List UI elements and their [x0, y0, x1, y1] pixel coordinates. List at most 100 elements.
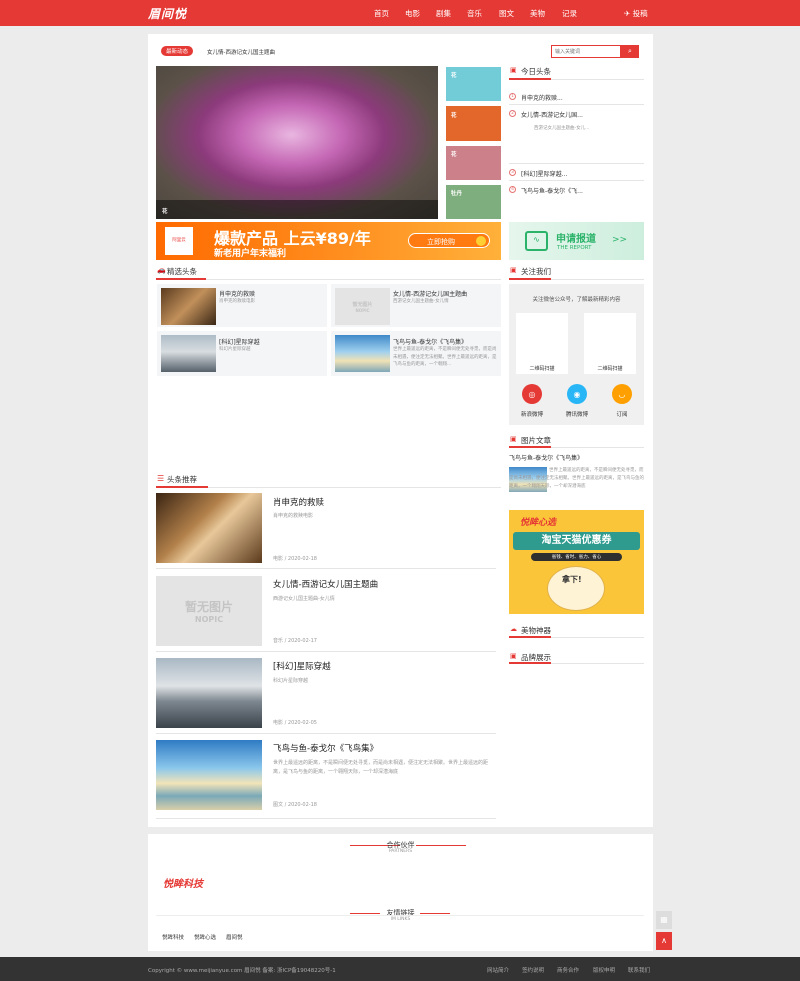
- footer-link-2[interactable]: 签约说明: [522, 966, 544, 974]
- post-button[interactable]: ✈ 投稿: [624, 8, 648, 19]
- rss-icon[interactable]: ◡: [612, 384, 632, 404]
- search-button[interactable]: ⌕: [621, 45, 639, 58]
- recommend-title-2[interactable]: 女儿情-西游记女儿国主题曲: [273, 578, 378, 590]
- featured-desc-4: 世界上最遥远的距离，不是瞬间便无处寻觅，而是尚未相遇，便注定无法相聚。世界上最遥…: [393, 347, 497, 367]
- nav-goods[interactable]: 美物: [530, 8, 545, 19]
- featured-desc-2: 西游记女儿国主题曲-女儿情: [393, 299, 449, 304]
- featured-section-title: 精选头条: [167, 267, 197, 276]
- featured-thumb-3: [161, 335, 216, 372]
- recommend-row-divider-3: [156, 733, 496, 734]
- recommend-title-3[interactable]: [科幻]星际穿越: [273, 660, 331, 672]
- partner-logo[interactable]: 悦眸科技: [163, 875, 203, 890]
- weibo-label[interactable]: 新浪微博: [512, 410, 552, 418]
- today-rank-3: 3: [509, 169, 516, 176]
- recommend-row-divider-1: [156, 568, 496, 569]
- nav-article[interactable]: 图文: [499, 8, 514, 19]
- recommend-cat-3[interactable]: 电影: [273, 720, 283, 726]
- slider-thumb-2-label: 花: [451, 113, 457, 119]
- recommend-cat-4[interactable]: 图文: [273, 802, 283, 808]
- weibo-icon[interactable]: ◎: [522, 384, 542, 404]
- nav-home[interactable]: 首页: [374, 8, 389, 19]
- featured-title-3[interactable]: [科幻]星际穿越: [219, 337, 260, 346]
- footer-bar: [0, 957, 800, 981]
- picarticle-section-title: 图片文章: [521, 436, 551, 445]
- today-item-3[interactable]: [科幻]星际穿越...: [521, 169, 567, 178]
- cloud-icon: ☁: [510, 625, 517, 633]
- slider-caption-bar: [156, 200, 438, 219]
- picarticle-item-title[interactable]: 飞鸟与鱼-泰戈尔《飞鸟集》: [509, 453, 583, 462]
- featured-desc-1: 肖申克的救赎电影: [219, 299, 255, 304]
- recommend-date-1: 2020-02-18: [287, 556, 317, 562]
- recommend-image-4[interactable]: [156, 740, 262, 810]
- picarticle-item-desc: 世界上最遥远的距离，不是瞬间便无处寻觅，而是尚未相遇，便注定无法相聚。世界上最遥…: [509, 468, 644, 489]
- friend-link-1[interactable]: 悦眸科技: [162, 933, 184, 941]
- featured-divider-accent: [156, 278, 206, 280]
- promo-mascot: [547, 566, 605, 611]
- grid-icon[interactable]: ▦: [656, 911, 672, 929]
- recommend-desc-4: 世界上最遥远的距离，不是瞬间便无处寻觅，而是尚未相遇，便注定无法相聚。世界上最遥…: [273, 760, 489, 775]
- featured-title-2[interactable]: 女儿情-西游记女儿国主题曲: [393, 289, 467, 298]
- follow-section-title: 关注我们: [521, 267, 551, 276]
- aliyun-logo: 阿里云: [165, 227, 193, 255]
- links-subtitle: IM LINKS: [390, 917, 411, 922]
- footer-copyright: Copyright © www.meijianyue.com 眉间悦 备案: 浙…: [148, 968, 336, 974]
- car-icon: 🚗: [157, 266, 166, 274]
- news-ticker-text[interactable]: 女儿情-西游记女儿国主题曲: [207, 48, 275, 56]
- slider-thumb-3-label: 花: [451, 152, 457, 158]
- today-rank-1: 1: [509, 93, 516, 100]
- search-input[interactable]: [551, 45, 621, 58]
- recommend-cat-2[interactable]: 音乐: [273, 638, 283, 644]
- noimg-en: NOPIC: [194, 615, 224, 624]
- today-divider-accent: [509, 78, 551, 80]
- promo-brand: 悦眸心选: [520, 518, 557, 528]
- nav-series[interactable]: 剧集: [436, 8, 451, 19]
- footer-link-1[interactable]: 网站简介: [487, 966, 509, 974]
- meiwu-section-title: 美物神器: [521, 626, 551, 635]
- back-to-top-icon[interactable]: ∧: [656, 932, 672, 950]
- recommend-section-title: 头条推荐: [167, 475, 197, 484]
- recommend-date-4: 2020-02-18: [287, 802, 317, 808]
- today-item-1[interactable]: 肖申克的救赎...: [521, 93, 563, 102]
- ad-buy-label: 立即抢购: [427, 238, 455, 246]
- recommend-image-3[interactable]: [156, 658, 262, 728]
- top-nav-bar: [0, 0, 800, 26]
- footer-link-4[interactable]: 版权申明: [593, 966, 615, 974]
- tv-icon: ▣: [510, 435, 517, 443]
- qr-label-2: 二维码扫描: [597, 366, 623, 372]
- today-section-title: 今日头条: [521, 67, 551, 76]
- recommend-title-1[interactable]: 肖申克的救赎: [273, 496, 324, 508]
- ad-buy-button[interactable]: 立即抢购: [408, 233, 490, 248]
- friend-link-3[interactable]: 眉间悦: [226, 933, 243, 941]
- ad-subtitle: 新老用户年末福利: [214, 249, 287, 259]
- featured-title-1[interactable]: 肖申克的救赎: [219, 289, 255, 298]
- recommend-date-2: 2020-02-17: [287, 638, 317, 644]
- tencent-weibo-label[interactable]: 腾讯微博: [557, 410, 597, 418]
- slider-caption: 花: [162, 209, 168, 215]
- featured-divider: [156, 279, 501, 280]
- nav-music[interactable]: 音乐: [467, 8, 482, 19]
- recommend-image-1[interactable]: [156, 493, 262, 563]
- recommend-desc-1: 肖申克的救赎电影: [273, 513, 314, 519]
- featured-title-4[interactable]: 飞鸟与鱼-泰戈尔《飞鸟集》: [393, 337, 467, 346]
- recommend-title-4[interactable]: 飞鸟与鱼-泰戈尔《飞鸟集》: [273, 742, 378, 754]
- slider-image[interactable]: [156, 66, 438, 219]
- nav-movie[interactable]: 电影: [405, 8, 420, 19]
- recommend-cat-1[interactable]: 电影: [273, 556, 283, 562]
- today-item-4[interactable]: 飞鸟与鱼-泰戈尔《飞...: [521, 186, 583, 195]
- site-logo[interactable]: 眉间悦: [148, 5, 187, 22]
- rss-label[interactable]: 订阅: [602, 410, 642, 418]
- footer-link-3[interactable]: 商务合作: [557, 966, 579, 974]
- featured-desc-3: 科幻片星际穿越: [219, 347, 251, 352]
- tencent-weibo-icon[interactable]: ◉: [567, 384, 587, 404]
- slider-thumb-4-label: 牡丹: [451, 191, 463, 197]
- today-item-2[interactable]: 女儿情-西游记女儿国...: [521, 110, 583, 119]
- recommend-row-divider-4: [156, 818, 496, 819]
- promo-mascot-text: 拿下!: [562, 575, 582, 584]
- tv-icon: ▣: [510, 652, 517, 660]
- friend-link-2[interactable]: 悦眸心选: [194, 933, 216, 941]
- nav-record[interactable]: 记录: [562, 8, 577, 19]
- double-chevron-icon: >>: [612, 235, 628, 245]
- footer-link-5[interactable]: 联系我们: [628, 966, 650, 974]
- qr-label-1: 二维码扫描: [529, 366, 555, 372]
- recommend-noimg-2[interactable]: 暂无图片 NOPIC: [156, 576, 262, 646]
